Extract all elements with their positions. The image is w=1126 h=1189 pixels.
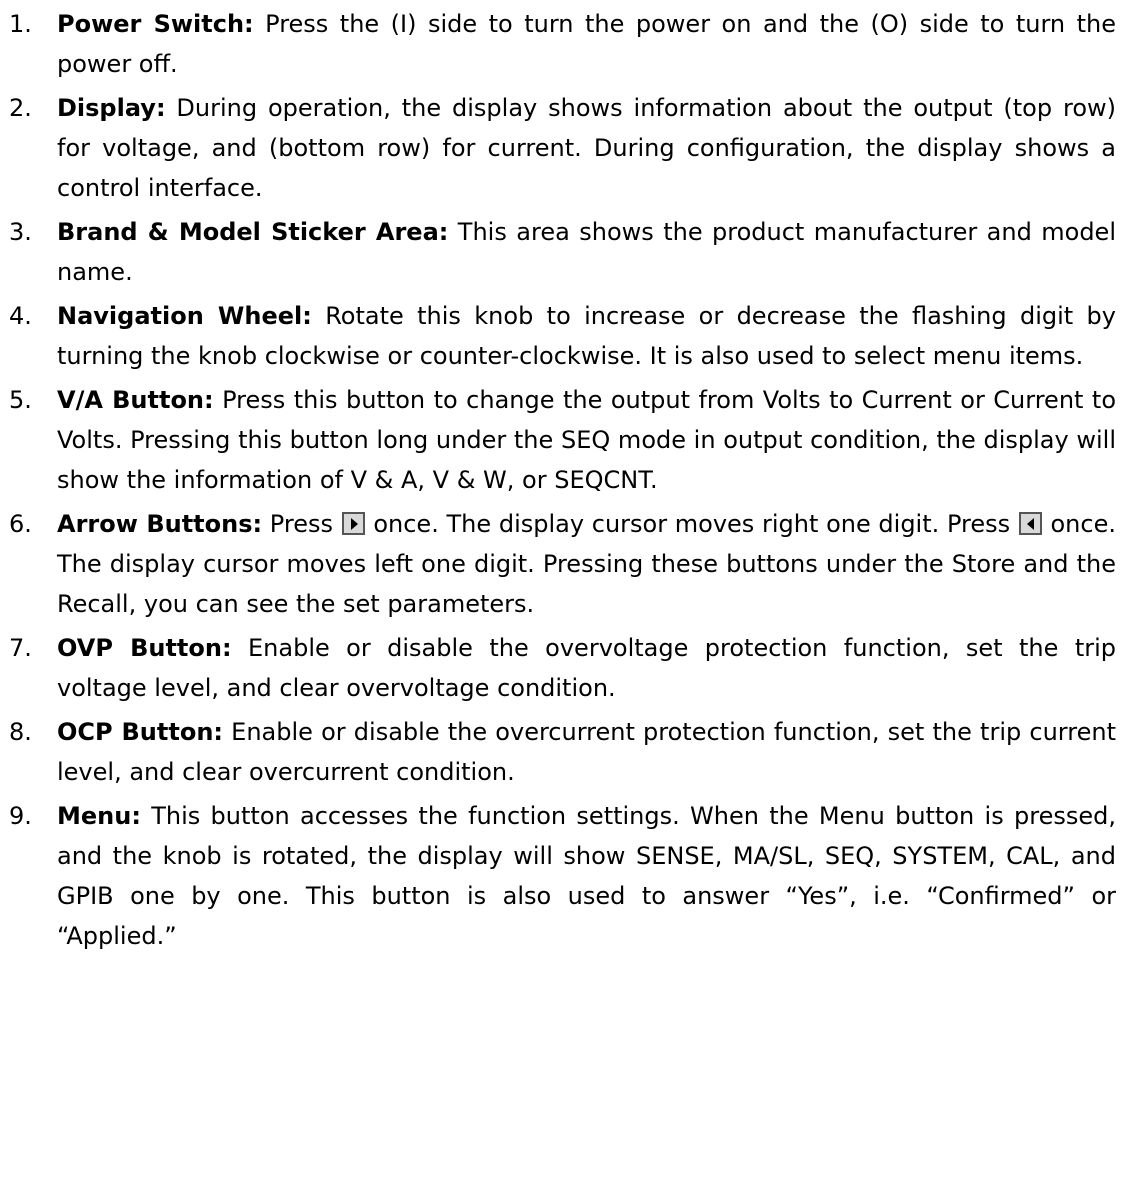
list-item-menu: 9. Menu: This button accesses the functio…: [0, 796, 1116, 956]
item-number: 1.: [9, 10, 32, 38]
list-item-ocp-button: 8. OCP Button: Enable or disable the over…: [0, 712, 1116, 792]
item-description: Press this button to change the output f…: [57, 386, 1116, 494]
right-arrow-key-icon: [341, 512, 365, 535]
item-term: Power Switch:: [57, 10, 254, 38]
front-panel-description-list: 1. Power Switch: Press the (I) side to tu…: [0, 4, 1116, 960]
item-number: 9.: [9, 802, 32, 830]
item-description-part-2: once. The display cursor moves right one…: [365, 510, 1018, 538]
item-number: 2.: [9, 94, 32, 122]
item-description: This button accesses the function settin…: [57, 802, 1116, 950]
manual-page: 1. Power Switch: Press the (I) side to tu…: [0, 0, 1126, 1189]
list-item-display: 2. Display: During operation, the display…: [0, 88, 1116, 208]
item-number: 8.: [9, 718, 32, 746]
item-term: Arrow Buttons:: [57, 510, 263, 538]
list-item-navigation-wheel: 4. Navigation Wheel: Rotate this knob to …: [0, 296, 1116, 376]
item-term: Brand & Model Sticker Area:: [57, 218, 449, 246]
right-triangle-glyph: [350, 518, 358, 530]
item-term: OCP Button:: [57, 718, 223, 746]
item-number: 5.: [9, 386, 32, 414]
item-description: During operation, the display shows info…: [57, 94, 1116, 202]
left-arrow-key-icon: [1018, 512, 1042, 535]
item-term: Navigation Wheel:: [57, 302, 312, 330]
item-number: 6.: [9, 510, 32, 538]
list-item-arrow-buttons: 6. Arrow Buttons: Press once. The display…: [0, 504, 1116, 624]
list-item-ovp-button: 7. OVP Button: Enable or disable the over…: [0, 628, 1116, 708]
item-term: OVP Button:: [57, 634, 232, 662]
item-term: Menu:: [57, 802, 141, 830]
list-item-brand-model-sticker: 3. Brand & Model Sticker Area: This area …: [0, 212, 1116, 292]
item-number: 3.: [9, 218, 32, 246]
list-item-va-button: 5. V/A Button: Press this button to chang…: [0, 380, 1116, 500]
item-term: Display:: [57, 94, 166, 122]
item-description-part-1: Press: [262, 510, 341, 538]
item-number: 7.: [9, 634, 32, 662]
left-triangle-glyph: [1026, 518, 1034, 530]
item-number: 4.: [9, 302, 32, 330]
item-term: V/A Button:: [57, 386, 214, 414]
list-item-power-switch: 1. Power Switch: Press the (I) side to tu…: [0, 4, 1116, 84]
